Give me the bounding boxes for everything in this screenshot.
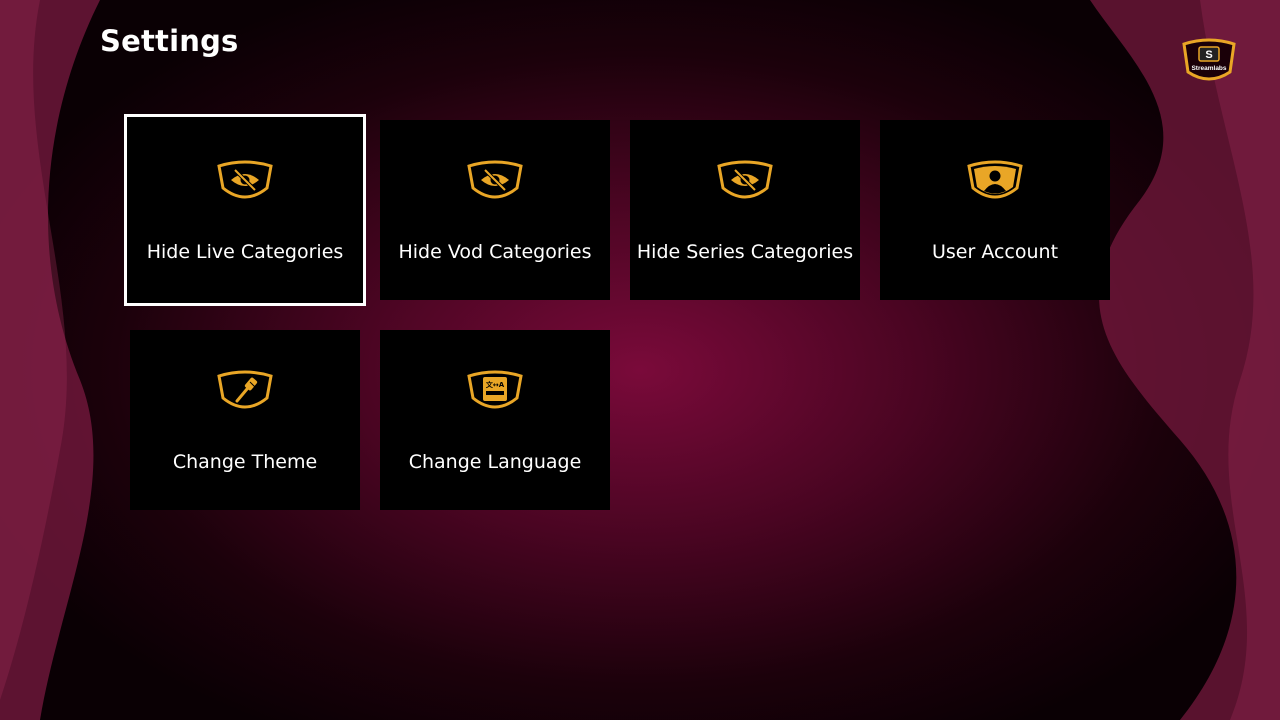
streamlabs-logo: S Streamlabs: [1178, 38, 1240, 84]
translate-icon: 文↔A: [465, 370, 525, 412]
page-title: Settings: [100, 24, 239, 58]
user-icon: [965, 160, 1025, 202]
svg-text:文↔A: 文↔A: [486, 380, 505, 389]
tile-change-theme[interactable]: Change Theme: [130, 330, 360, 510]
tile-label: Hide Series Categories: [636, 241, 854, 263]
eye-off-icon: [715, 160, 775, 202]
tile-user-account[interactable]: User Account: [880, 120, 1110, 300]
tile-label: User Account: [931, 241, 1059, 263]
eye-off-icon: [215, 160, 275, 202]
tile-hide-live-categories[interactable]: Hide Live Categories: [124, 114, 366, 306]
logo-text: Streamlabs: [1191, 65, 1226, 72]
tile-hide-series-categories[interactable]: Hide Series Categories: [630, 120, 860, 300]
logo-letter: S: [1205, 49, 1212, 61]
tile-label: Hide Vod Categories: [398, 241, 592, 263]
tile-label: Change Language: [408, 451, 582, 473]
tile-hide-vod-categories[interactable]: Hide Vod Categories: [380, 120, 610, 300]
paintbrush-icon: [215, 370, 275, 412]
tile-change-language[interactable]: 文↔A Change Language: [380, 330, 610, 510]
tile-label: Change Theme: [172, 451, 318, 473]
tile-label: Hide Live Categories: [146, 241, 344, 263]
eye-off-icon: [465, 160, 525, 202]
